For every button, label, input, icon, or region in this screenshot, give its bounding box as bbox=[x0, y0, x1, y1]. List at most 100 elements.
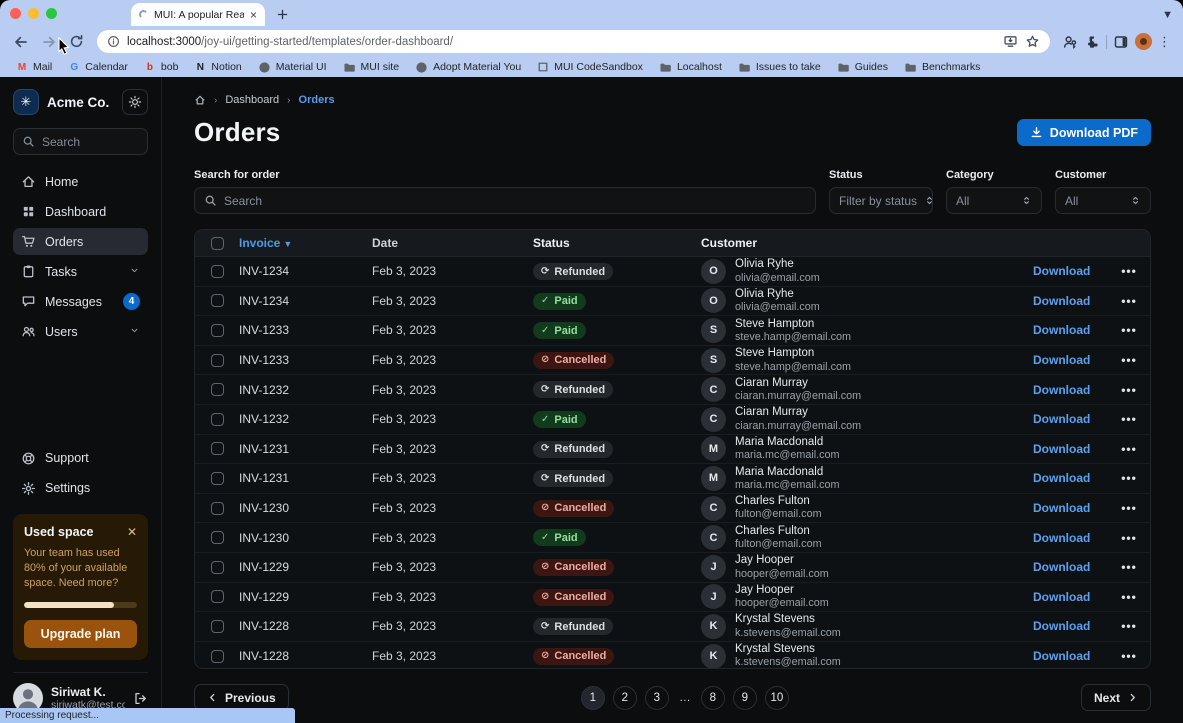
new-tab-button[interactable] bbox=[271, 3, 293, 25]
minimize-window-button[interactable] bbox=[28, 8, 39, 19]
download-link[interactable]: Download bbox=[1033, 501, 1108, 515]
order-search-input[interactable]: Search bbox=[194, 187, 816, 214]
browser-tab[interactable]: MUI: A popular React UI fram × bbox=[131, 3, 265, 26]
row-checkbox[interactable] bbox=[211, 650, 224, 663]
sidebar-item-messages[interactable]: Messages4 bbox=[13, 288, 148, 315]
side-panel-icon[interactable] bbox=[1113, 34, 1129, 50]
download-pdf-button[interactable]: Download PDF bbox=[1017, 119, 1151, 146]
page-button-8[interactable]: 8 bbox=[701, 686, 725, 710]
row-checkbox[interactable] bbox=[211, 472, 224, 485]
bookmark-issues-to-take[interactable]: Issues to take bbox=[730, 61, 829, 74]
reload-button[interactable] bbox=[64, 29, 89, 54]
download-link[interactable]: Download bbox=[1033, 353, 1108, 367]
row-menu-icon[interactable]: ••• bbox=[1108, 353, 1150, 367]
profile-avatar[interactable] bbox=[1135, 33, 1152, 50]
column-invoice[interactable]: Invoice▼ bbox=[239, 236, 372, 250]
sidebar-item-tasks[interactable]: Tasks bbox=[13, 258, 148, 285]
row-menu-icon[interactable]: ••• bbox=[1108, 560, 1150, 574]
download-link[interactable]: Download bbox=[1033, 590, 1108, 604]
close-window-button[interactable] bbox=[10, 8, 21, 19]
home-icon[interactable] bbox=[194, 94, 206, 106]
download-link[interactable]: Download bbox=[1033, 383, 1108, 397]
download-link[interactable]: Download bbox=[1033, 531, 1108, 545]
row-checkbox[interactable] bbox=[211, 620, 224, 633]
sidebar-search[interactable] bbox=[13, 128, 148, 155]
row-checkbox[interactable] bbox=[211, 354, 224, 367]
sidebar-item-home[interactable]: Home bbox=[13, 168, 148, 195]
site-info-icon[interactable] bbox=[107, 35, 120, 48]
row-checkbox[interactable] bbox=[211, 294, 224, 307]
row-menu-icon[interactable]: ••• bbox=[1108, 649, 1150, 663]
row-checkbox[interactable] bbox=[211, 442, 224, 455]
bookmark-material-ui[interactable]: Material UI bbox=[250, 61, 335, 74]
sidebar-item-orders[interactable]: Orders bbox=[13, 228, 148, 255]
download-link[interactable]: Download bbox=[1033, 560, 1108, 574]
row-checkbox[interactable] bbox=[211, 590, 224, 603]
theme-toggle-button[interactable] bbox=[122, 89, 148, 115]
bookmark-mui-site[interactable]: MUI site bbox=[335, 61, 408, 74]
download-link[interactable]: Download bbox=[1033, 619, 1108, 633]
row-menu-icon[interactable]: ••• bbox=[1108, 264, 1150, 278]
download-link[interactable]: Download bbox=[1033, 442, 1108, 456]
download-link[interactable]: Download bbox=[1033, 264, 1108, 278]
row-menu-icon[interactable]: ••• bbox=[1108, 412, 1150, 426]
bookmark-star-icon[interactable] bbox=[1025, 34, 1040, 49]
bookmark-localhost[interactable]: Localhost bbox=[651, 61, 730, 74]
install-app-icon[interactable] bbox=[1003, 34, 1018, 49]
row-menu-icon[interactable]: ••• bbox=[1108, 590, 1150, 604]
passkey-icon[interactable] bbox=[1062, 34, 1078, 50]
status-filter-select[interactable]: Filter by status bbox=[829, 187, 933, 214]
bookmark-mail[interactable]: MMail bbox=[8, 61, 60, 73]
row-checkbox[interactable] bbox=[211, 383, 224, 396]
row-checkbox[interactable] bbox=[211, 265, 224, 278]
row-menu-icon[interactable]: ••• bbox=[1108, 471, 1150, 485]
zoom-window-button[interactable] bbox=[46, 8, 57, 19]
sidebar-item-settings[interactable]: Settings bbox=[13, 475, 148, 502]
bookmark-mui-codesandbox[interactable]: MUI CodeSandbox bbox=[529, 61, 651, 73]
back-button[interactable] bbox=[8, 29, 33, 54]
category-filter-select[interactable]: All bbox=[946, 187, 1042, 214]
download-link[interactable]: Download bbox=[1033, 294, 1108, 308]
url-text[interactable]: localhost:3000/joy-ui/getting-started/te… bbox=[127, 36, 996, 48]
next-page-button[interactable]: Next bbox=[1081, 684, 1151, 711]
page-button-10[interactable]: 10 bbox=[765, 686, 789, 710]
select-all-checkbox[interactable] bbox=[211, 237, 224, 250]
download-link[interactable]: Download bbox=[1033, 412, 1108, 426]
row-checkbox[interactable] bbox=[211, 413, 224, 426]
browser-menu-icon[interactable]: ⋮ bbox=[1158, 34, 1171, 50]
row-menu-icon[interactable]: ••• bbox=[1108, 294, 1150, 308]
customer-filter-select[interactable]: All bbox=[1055, 187, 1151, 214]
bookmark-calendar[interactable]: GCalendar bbox=[60, 61, 136, 73]
previous-page-button[interactable]: Previous bbox=[194, 684, 289, 711]
page-button-9[interactable]: 9 bbox=[733, 686, 757, 710]
bookmark-benchmarks[interactable]: Benchmarks bbox=[896, 61, 988, 74]
row-menu-icon[interactable]: ••• bbox=[1108, 501, 1150, 515]
search-input[interactable] bbox=[42, 135, 139, 149]
extensions-puzzle-icon[interactable] bbox=[1084, 34, 1100, 50]
row-menu-icon[interactable]: ••• bbox=[1108, 323, 1150, 337]
tab-close-icon[interactable]: × bbox=[250, 9, 257, 21]
download-link[interactable]: Download bbox=[1033, 323, 1108, 337]
row-menu-icon[interactable]: ••• bbox=[1108, 442, 1150, 456]
breadcrumb-dashboard[interactable]: Dashboard bbox=[225, 94, 279, 106]
download-link[interactable]: Download bbox=[1033, 471, 1108, 485]
row-menu-icon[interactable]: ••• bbox=[1108, 383, 1150, 397]
row-checkbox[interactable] bbox=[211, 324, 224, 337]
page-button-3[interactable]: 3 bbox=[645, 686, 669, 710]
address-bar[interactable]: localhost:3000/joy-ui/getting-started/te… bbox=[97, 30, 1050, 53]
sidebar-item-users[interactable]: Users bbox=[13, 318, 148, 345]
row-checkbox[interactable] bbox=[211, 502, 224, 515]
upgrade-plan-button[interactable]: Upgrade plan bbox=[24, 620, 137, 648]
row-checkbox[interactable] bbox=[211, 531, 224, 544]
sidebar-item-support[interactable]: Support bbox=[13, 445, 148, 472]
download-link[interactable]: Download bbox=[1033, 649, 1108, 663]
row-menu-icon[interactable]: ••• bbox=[1108, 619, 1150, 633]
bookmark-guides[interactable]: Guides bbox=[829, 61, 896, 74]
bookmark-bob[interactable]: bbob bbox=[136, 61, 187, 73]
page-button-2[interactable]: 2 bbox=[613, 686, 637, 710]
sidebar-item-dashboard[interactable]: Dashboard bbox=[13, 198, 148, 225]
row-checkbox[interactable] bbox=[211, 561, 224, 574]
logout-icon[interactable] bbox=[133, 691, 148, 706]
forward-button[interactable] bbox=[36, 29, 61, 54]
bookmark-notion[interactable]: NNotion bbox=[186, 61, 249, 73]
